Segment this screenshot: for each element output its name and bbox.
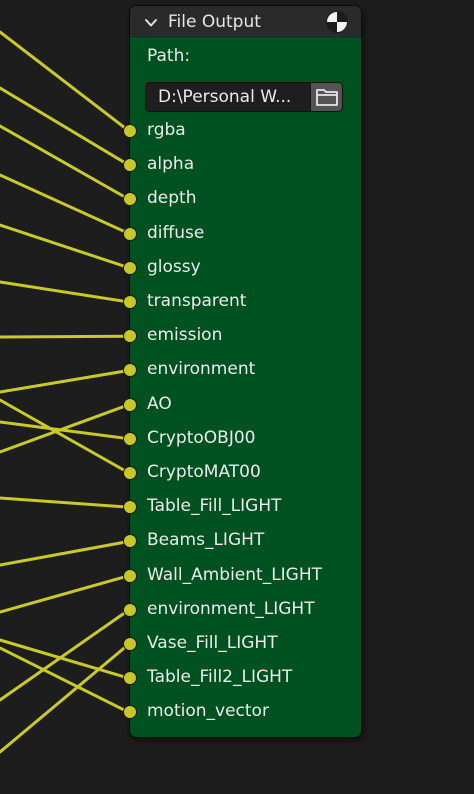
input-socket-label: diffuse xyxy=(147,222,205,243)
input-socket-label: alpha xyxy=(147,154,195,175)
chevron-down-icon[interactable] xyxy=(144,15,158,29)
folder-icon xyxy=(315,89,338,106)
preview-sphere-icon[interactable] xyxy=(325,10,349,34)
input-socket-row: motion_vector xyxy=(124,695,361,729)
input-socket-label: Beams_LIGHT xyxy=(147,530,265,551)
input-socket-row: glossy xyxy=(124,251,361,285)
input-socket[interactable] xyxy=(124,432,136,445)
input-socket-label: environment xyxy=(147,359,256,380)
node-link-wire[interactable] xyxy=(0,280,131,304)
node-link-wire[interactable] xyxy=(0,86,131,167)
input-socket-row: Beams_LIGHT xyxy=(124,524,361,558)
input-socket[interactable] xyxy=(124,193,136,206)
input-socket[interactable] xyxy=(124,603,136,616)
input-socket-label: CryptoMAT00 xyxy=(147,462,261,482)
input-socket-label: motion_vector xyxy=(147,701,269,722)
input-socket-label: environment_LIGHT xyxy=(147,598,315,619)
input-socket[interactable] xyxy=(124,227,136,240)
input-socket[interactable] xyxy=(124,706,136,719)
input-socket[interactable] xyxy=(124,159,136,172)
input-socket[interactable] xyxy=(124,398,136,411)
input-socket[interactable] xyxy=(124,569,136,582)
input-socket[interactable] xyxy=(124,261,136,274)
input-socket-label: Vase_Fill_LIGHT xyxy=(147,633,278,653)
input-socket-row: Vase_Fill_LIGHT xyxy=(124,627,361,661)
input-socket-row: transparent xyxy=(124,285,361,319)
node-header[interactable]: File Output xyxy=(130,6,361,38)
input-socket[interactable] xyxy=(124,125,136,137)
input-socket-label: Wall_Ambient_LIGHT xyxy=(147,564,323,585)
input-socket-row: CryptoOBJ00 xyxy=(124,422,361,456)
input-socket[interactable] xyxy=(124,296,136,308)
input-socket-label: glossy xyxy=(147,256,201,277)
node-editor-canvas[interactable]: File Output Path: D:\Personal W... rgba … xyxy=(0,0,474,794)
input-socket-label: rgba xyxy=(147,120,186,140)
input-socket-label: AO xyxy=(147,393,172,414)
input-socket-row: AO xyxy=(124,388,361,422)
file-output-node[interactable]: File Output Path: D:\Personal W... rgba … xyxy=(124,6,361,737)
input-socket-row: emission xyxy=(124,319,361,353)
node-link-wire[interactable] xyxy=(0,124,131,201)
node-link-wire[interactable] xyxy=(0,496,131,509)
input-socket[interactable] xyxy=(124,330,136,343)
input-socket[interactable] xyxy=(124,535,136,548)
node-link-wire[interactable] xyxy=(0,30,131,133)
input-socket-row: diffuse xyxy=(124,217,361,251)
input-socket-label: Table_Fill_LIGHT xyxy=(147,496,282,517)
input-socket-label: transparent xyxy=(147,291,247,311)
input-socket-row: Wall_Ambient_LIGHT xyxy=(124,559,361,593)
input-socket-label: depth xyxy=(147,188,197,209)
node-link-wire[interactable] xyxy=(0,173,131,236)
input-socket-row: alpha xyxy=(124,148,361,182)
node-link-wire[interactable] xyxy=(0,608,131,702)
input-socket-label: emission xyxy=(147,325,223,346)
input-socket-row: Table_Fill_LIGHT xyxy=(124,490,361,524)
node-link-wire[interactable] xyxy=(0,223,131,270)
input-socket-row: rgba xyxy=(124,114,361,148)
node-link-wire[interactable] xyxy=(0,574,131,614)
input-socket-label: CryptoOBJ00 xyxy=(147,427,256,448)
input-socket-label: Table_Fill2_LIGHT xyxy=(147,667,293,688)
input-socket-row: depth xyxy=(124,182,361,216)
input-socket[interactable] xyxy=(124,467,136,479)
path-field: D:\Personal W... xyxy=(145,82,343,112)
input-socket-row: environment xyxy=(124,353,361,387)
input-socket-row: environment_LIGHT xyxy=(124,593,361,627)
input-socket[interactable] xyxy=(124,501,136,514)
path-input[interactable]: D:\Personal W... xyxy=(145,82,311,112)
browse-folder-button[interactable] xyxy=(311,82,343,112)
path-label: Path: xyxy=(147,46,191,66)
node-link-wire[interactable] xyxy=(0,334,131,339)
node-link-wire[interactable] xyxy=(0,539,131,567)
node-title: File Output xyxy=(168,12,261,32)
input-socket-row: CryptoMAT00 xyxy=(124,456,361,490)
input-socket[interactable] xyxy=(124,672,136,685)
input-socket[interactable] xyxy=(124,638,136,650)
input-socket[interactable] xyxy=(124,364,136,377)
input-socket-row: Table_Fill2_LIGHT xyxy=(124,661,361,695)
node-link-wire[interactable] xyxy=(0,368,131,394)
